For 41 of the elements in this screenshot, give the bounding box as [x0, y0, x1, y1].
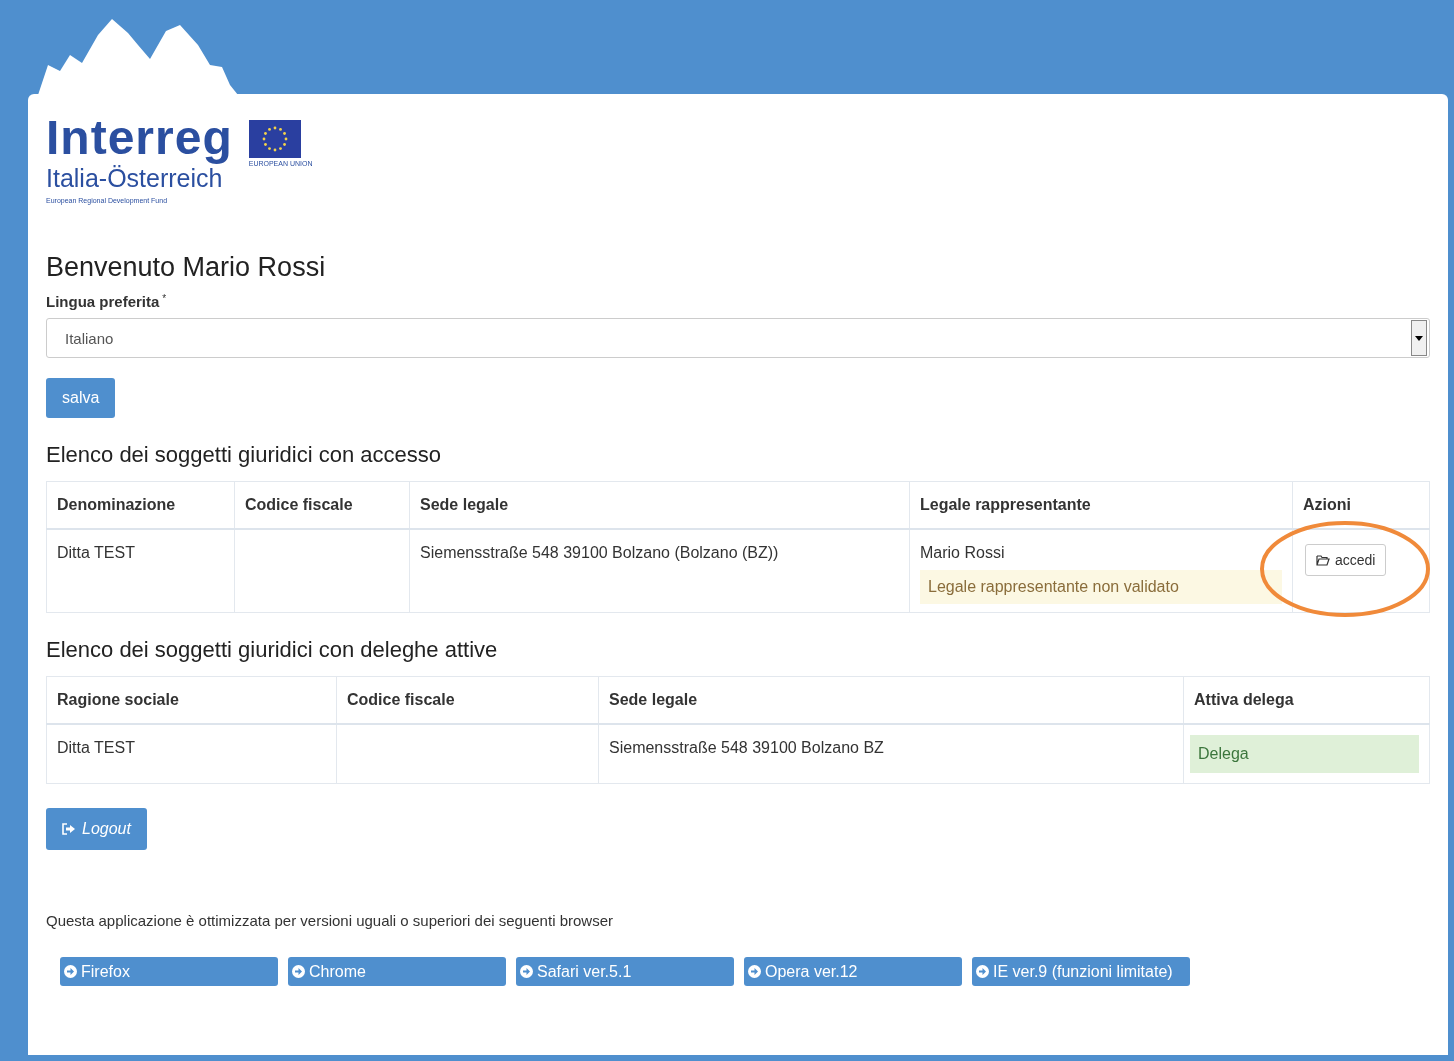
language-select[interactable]: Italiano: [46, 318, 1430, 358]
column-header: Sede legale: [598, 676, 1184, 724]
arrow-circle-icon: [292, 965, 305, 978]
column-header: Codice fiscale: [336, 676, 599, 724]
arrow-circle-icon: [976, 965, 989, 978]
eu-flag-icon: [248, 120, 301, 158]
save-button[interactable]: salva: [46, 378, 116, 418]
logout-icon: [62, 823, 76, 835]
column-header: Codice fiscale: [234, 481, 410, 529]
required-mark: *: [162, 293, 167, 304]
logo-region: Italia-Österreich: [46, 164, 224, 193]
folder-icon: [1316, 554, 1330, 566]
welcome-heading: Benvenuto Mario Rossi: [46, 252, 327, 283]
table-cell: Siemensstraße 548 39100 Bolzano (Bolzano (BZ)): [409, 529, 910, 613]
column-header: Legale rappresentante: [909, 481, 1293, 529]
field-label: Lingua preferita: [46, 293, 160, 310]
delegation-button[interactable]: Delega: [1190, 735, 1419, 773]
browser-link[interactable]: IE ver.9 (funzioni limitate): [972, 957, 1190, 986]
arrow-circle-icon: [748, 965, 761, 978]
browser-link[interactable]: Firefox: [60, 957, 278, 986]
table-cell: Ditta TEST: [46, 529, 235, 613]
arrow-circle-icon: [520, 965, 533, 978]
browser-link[interactable]: Chrome: [288, 957, 506, 986]
representative-name: Mario Rossi: [920, 544, 1005, 561]
browser-link[interactable]: Opera ver.12: [744, 957, 962, 986]
column-header: Sede legale: [409, 481, 910, 529]
section-title: Elenco dei soggetti giuridici con deleghe attive: [46, 637, 499, 663]
warning-alert: Legale rappresentante non validato: [920, 570, 1282, 604]
table-cell: Siemensstraße 548 39100 Bolzano BZ: [598, 724, 1184, 784]
column-header: Azioni: [1292, 481, 1430, 529]
column-header: Attiva delega: [1183, 676, 1430, 724]
column-header: Ragione sociale: [46, 676, 337, 724]
access-button[interactable]: accedi: [1305, 544, 1387, 576]
arrow-circle-icon: [64, 965, 77, 978]
section-title: Elenco dei soggetti giuridici con accesso: [46, 442, 442, 468]
browser-note: Questa applicazione è ottimizzata per versioni uguali o superiori dei seguenti browser: [46, 912, 614, 929]
table-cell: Ditta TEST: [46, 724, 337, 784]
logout-button[interactable]: Logout: [46, 808, 147, 850]
browser-link[interactable]: Safari ver.5.1: [516, 957, 734, 986]
column-header: Denominazione: [46, 481, 235, 529]
logo-wordmark: Interreg: [46, 112, 233, 164]
